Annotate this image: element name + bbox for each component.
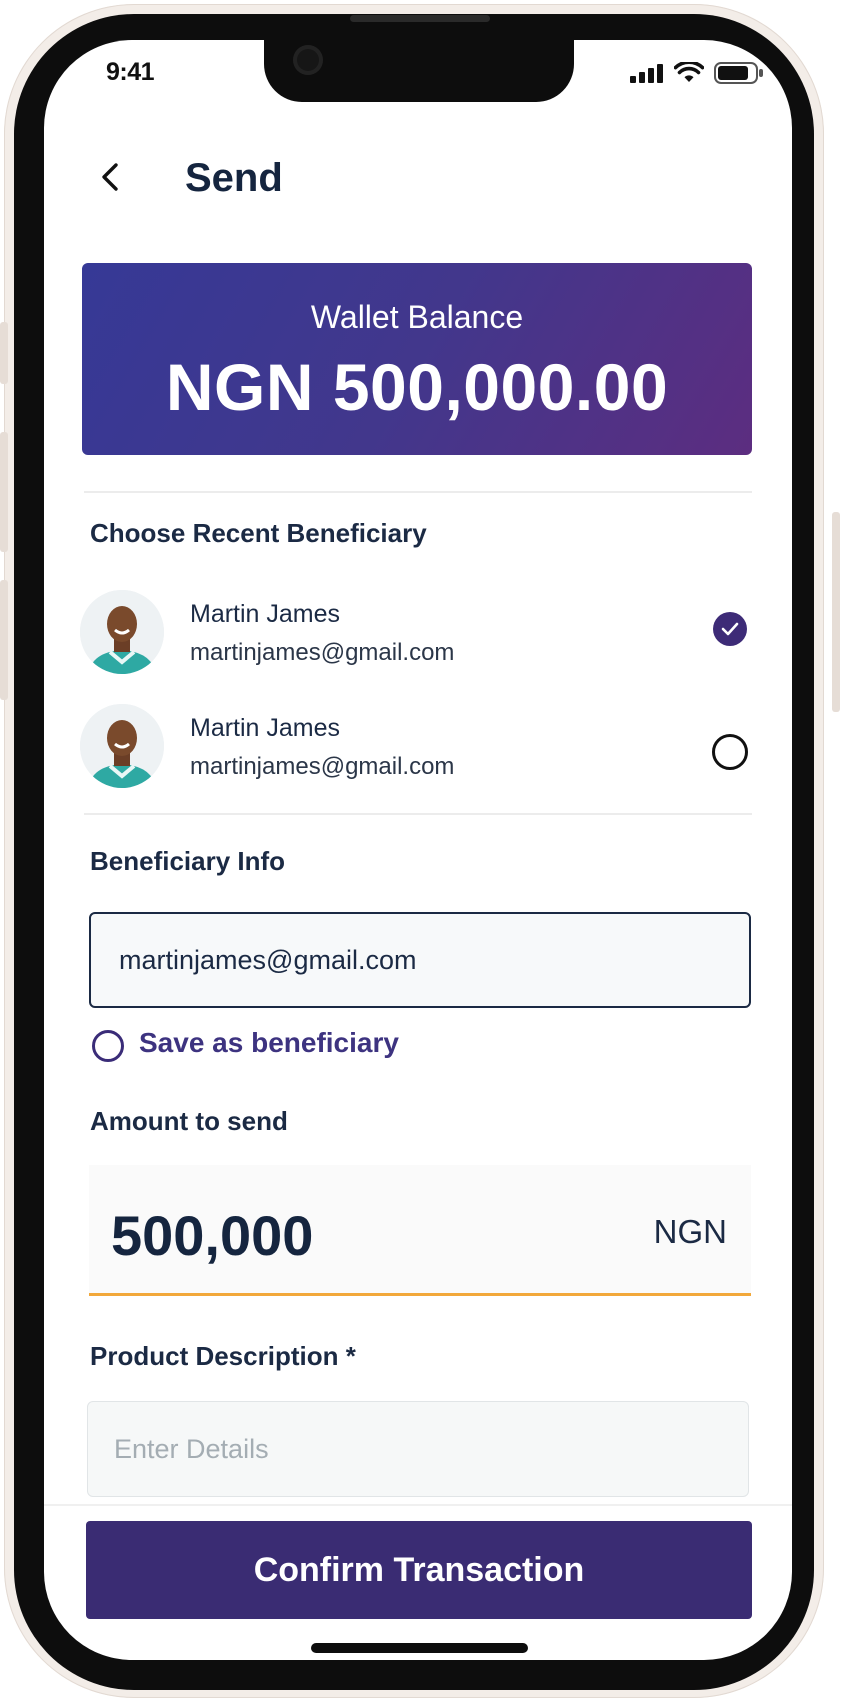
camera-icon xyxy=(293,45,323,75)
side-button xyxy=(0,432,8,552)
recent-beneficiary-heading: Choose Recent Beneficiary xyxy=(90,518,427,548)
beneficiary-row[interactable]: Martin James martinjames@gmail.com xyxy=(80,702,752,792)
avatar-image xyxy=(80,704,164,788)
avatar-image xyxy=(80,590,164,674)
avatar xyxy=(80,704,164,788)
beneficiary-email: martinjames@gmail.com xyxy=(190,639,455,666)
page-title: Send xyxy=(185,156,283,200)
status-icons xyxy=(630,62,764,84)
confirm-transaction-button[interactable]: Confirm Transaction xyxy=(86,1521,752,1619)
wallet-balance-card: Wallet Balance NGN 500,000.00 xyxy=(82,263,752,455)
amount-heading: Amount to send xyxy=(90,1106,288,1136)
wifi-icon xyxy=(674,62,704,82)
side-button xyxy=(832,512,840,712)
side-button xyxy=(0,322,8,384)
cellular-signal-icon xyxy=(630,64,663,83)
amount-value: 500,000 xyxy=(111,1204,314,1267)
avatar xyxy=(80,590,164,674)
save-beneficiary-radio[interactable] xyxy=(92,1030,124,1062)
beneficiary-name: Martin James xyxy=(190,600,341,628)
side-button xyxy=(0,580,8,700)
beneficiary-info-heading: Beneficiary Info xyxy=(90,846,286,876)
divider xyxy=(84,813,752,815)
currency-label: NGN xyxy=(653,1213,727,1250)
beneficiary-row[interactable]: Martin James martinjames@gmail.com xyxy=(80,588,752,678)
chevron-left-icon xyxy=(102,163,118,191)
unselected-radio[interactable] xyxy=(712,734,748,770)
amount-input[interactable]: 500,000 NGN xyxy=(89,1165,751,1296)
checkmark-icon xyxy=(721,622,739,636)
divider xyxy=(84,491,752,493)
wallet-balance-label: Wallet Balance xyxy=(310,299,524,335)
status-time: 9:41 xyxy=(106,58,155,86)
home-indicator[interactable] xyxy=(311,1643,528,1653)
back-button[interactable] xyxy=(94,160,128,194)
battery-icon xyxy=(714,62,763,84)
divider xyxy=(44,1504,792,1506)
product-description-input[interactable] xyxy=(87,1401,749,1497)
beneficiary-email-input[interactable] xyxy=(89,912,751,1008)
product-description-heading: Product Description * xyxy=(90,1341,356,1371)
speaker-grille xyxy=(350,15,490,22)
beneficiary-email: martinjames@gmail.com xyxy=(190,753,455,780)
save-beneficiary-label[interactable]: Save as beneficiary xyxy=(139,1027,399,1059)
selected-check-icon[interactable] xyxy=(713,612,747,646)
wallet-balance-amount: NGN 500,000.00 xyxy=(165,350,669,424)
beneficiary-name: Martin James xyxy=(190,714,341,742)
